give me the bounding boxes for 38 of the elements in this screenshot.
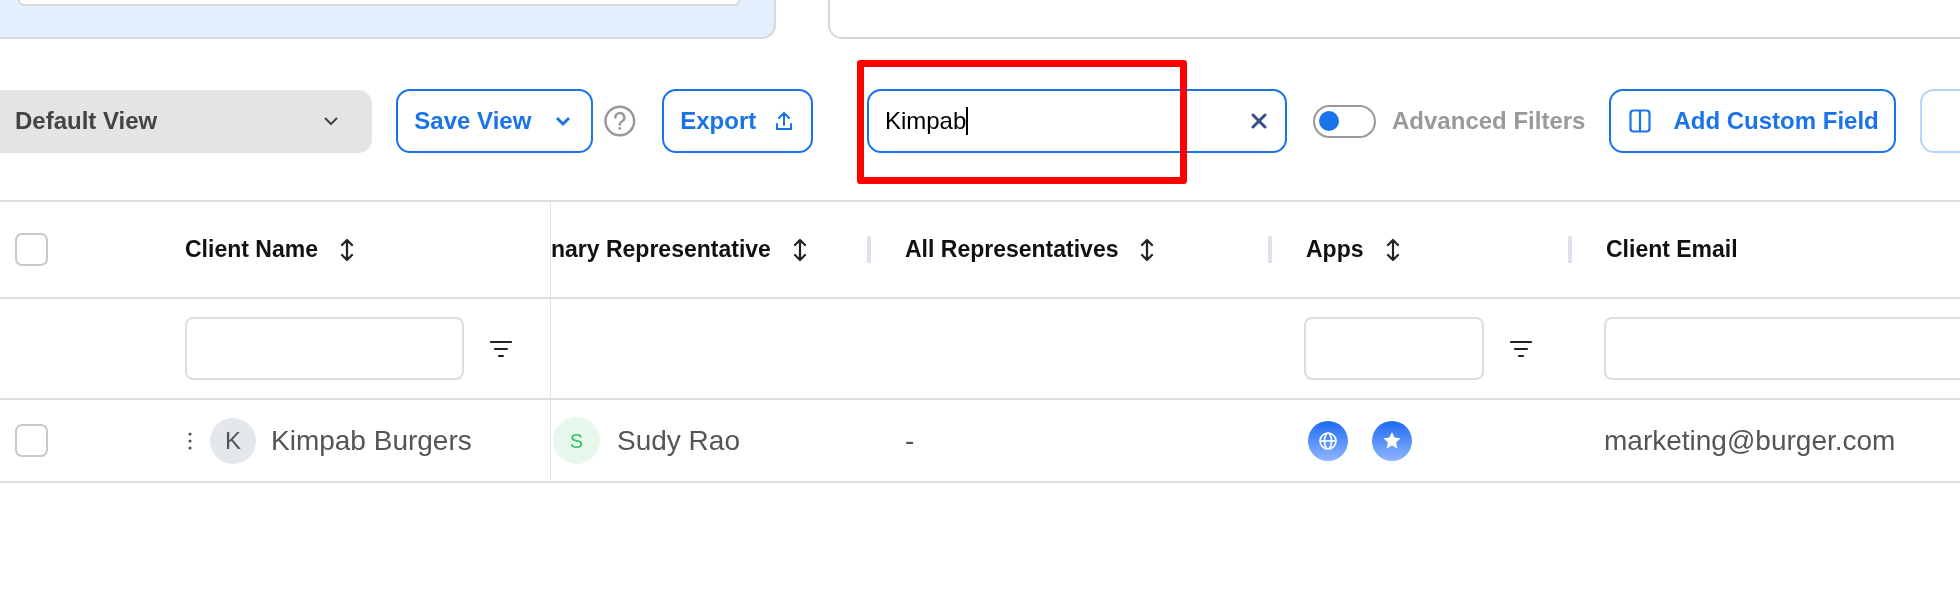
toggle-switch[interactable] <box>1312 104 1377 138</box>
input-field[interactable] <box>18 0 740 6</box>
sort-icon[interactable] <box>1385 237 1400 262</box>
sort-icon[interactable] <box>792 237 807 262</box>
upload-icon <box>774 111 793 131</box>
filter-icon[interactable] <box>490 339 512 358</box>
help-icon[interactable] <box>602 104 637 138</box>
chevron-down-icon <box>324 116 339 126</box>
filter-input[interactable] <box>1604 317 1960 380</box>
chevron-down-icon <box>554 115 571 127</box>
export-button[interactable]: Export <box>662 89 813 153</box>
column-header[interactable]: Client Name <box>185 232 318 267</box>
filter-input[interactable] <box>1304 317 1484 380</box>
representative-name: Sudy Rao <box>617 423 740 458</box>
clear-icon[interactable] <box>1250 113 1267 129</box>
sort-icon[interactable] <box>1140 237 1155 262</box>
client-email: marketing@burger.com <box>1604 423 1896 458</box>
checkbox[interactable] <box>15 424 48 457</box>
toggle-label: Advanced Filters <box>1392 106 1586 136</box>
column-header[interactable]: All Representatives <box>905 232 1119 267</box>
checkbox[interactable] <box>15 233 48 266</box>
avatar: S <box>553 417 600 464</box>
globe-icon[interactable] <box>1308 420 1348 461</box>
table-cell-text: - <box>905 423 915 458</box>
filter-input[interactable] <box>185 317 464 380</box>
save-view-button[interactable]: Save View <box>396 89 593 153</box>
column-header[interactable]: Apps <box>1306 232 1364 267</box>
filter-icon[interactable] <box>1510 339 1532 358</box>
columns-icon <box>1629 109 1652 133</box>
column-header[interactable]: nary Representative <box>551 232 771 267</box>
sort-icon[interactable] <box>339 237 354 262</box>
column-header[interactable]: Client Email <box>1606 232 1738 267</box>
view-dropdown[interactable]: Default View <box>0 89 373 153</box>
search-field[interactable]: Kimpab <box>866 89 1287 153</box>
add-custom-field-button[interactable]: Add Custom Field <box>1609 89 1897 153</box>
drag-handle-icon[interactable] <box>188 431 192 450</box>
client-name: Kimpab Burgers <box>271 423 472 458</box>
avatar: K <box>210 417 256 464</box>
